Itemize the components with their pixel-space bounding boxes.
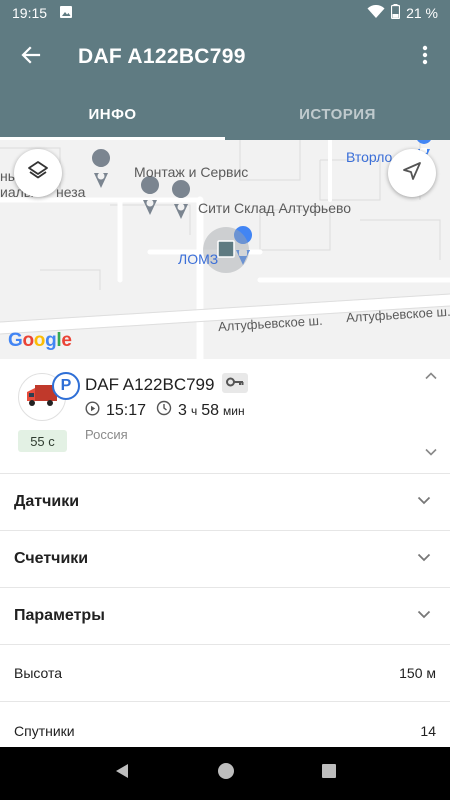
- section-counters-label: Счетчики: [14, 550, 89, 567]
- param-row-altitude: Высота 150 м: [0, 645, 450, 702]
- navigation-arrow-icon: [402, 161, 422, 186]
- last-time: 15:17: [106, 401, 147, 419]
- section-sensors-label: Датчики: [14, 493, 80, 510]
- duration-hours-unit: ч: [190, 403, 198, 418]
- vehicle-country: Россия: [85, 427, 128, 442]
- section-sensors[interactable]: Датчики: [0, 474, 450, 531]
- section-counters[interactable]: Счетчики: [0, 531, 450, 588]
- layers-icon: [27, 160, 49, 187]
- chevron-down-icon: [416, 606, 432, 627]
- battery-percent: 21 %: [406, 5, 438, 21]
- image-notification-icon: [59, 5, 73, 22]
- locate-button[interactable]: [388, 149, 436, 197]
- speed-badge: 55 с: [18, 430, 67, 452]
- more-vert-icon: [422, 45, 428, 70]
- param-value: 14: [420, 722, 436, 739]
- map-label-neza: неза: [56, 184, 86, 200]
- nav-back-icon[interactable]: [113, 762, 131, 785]
- more-options-button[interactable]: [400, 26, 450, 88]
- nav-recents-icon[interactable]: [321, 763, 337, 784]
- chevron-down-icon: [416, 549, 432, 570]
- ignition-key-badge: [222, 373, 248, 393]
- battery-icon: [390, 4, 401, 22]
- map-label-vtorlo: Вторло: [346, 149, 393, 165]
- vehicle-card[interactable]: P 55 с DAF A122BC799 15:17 3 ч 58 мин Ро…: [0, 359, 450, 474]
- map-label-lomz: ЛОМЗ: [178, 251, 219, 267]
- layers-button[interactable]: [14, 149, 62, 197]
- chevron-down-icon: [416, 492, 432, 513]
- app-bar: DAF A122BC799: [0, 26, 450, 88]
- key-icon: [226, 374, 244, 392]
- time-row: 15:17 3 ч 58 мин: [85, 400, 249, 421]
- arrow-back-icon: [21, 45, 41, 70]
- nav-home-icon[interactable]: [216, 761, 236, 786]
- vehicle-name: DAF A122BC799: [85, 375, 215, 394]
- map-label-montazh: Монтаж и Сервис: [134, 164, 249, 180]
- param-label: Высота: [14, 665, 63, 681]
- wifi-icon: [367, 4, 385, 22]
- chevron-down-icon[interactable]: [424, 445, 438, 464]
- tab-history[interactable]: ИСТОРИЯ: [225, 88, 450, 140]
- play-circle-icon: [85, 400, 100, 421]
- map-label-siti: Сити Склад Алтуфьево: [198, 200, 352, 216]
- section-parameters-label: Параметры: [14, 607, 105, 624]
- clock-icon: [156, 400, 172, 421]
- duration-minutes-unit: мин: [223, 403, 245, 418]
- map-view[interactable]: ные иалы неза Монтаж и Сервис Сити Склад…: [0, 140, 450, 359]
- google-logo: Google: [8, 330, 72, 351]
- back-button[interactable]: [0, 26, 62, 88]
- tab-info[interactable]: ИНФО: [0, 88, 225, 140]
- page-title: DAF A122BC799: [78, 45, 246, 68]
- tab-bar: ИНФО ИСТОРИЯ: [0, 88, 450, 140]
- param-label: Спутники: [14, 722, 75, 739]
- parking-badge: P: [52, 372, 80, 400]
- status-bar: 19:15 21 %: [0, 0, 450, 26]
- system-nav-bar: [0, 747, 450, 800]
- param-value: 150 м: [399, 665, 436, 681]
- section-parameters[interactable]: Параметры: [0, 588, 450, 645]
- chevron-up-icon[interactable]: [424, 369, 438, 388]
- status-time: 19:15: [12, 5, 48, 21]
- duration-hours: 3: [178, 401, 187, 419]
- duration-minutes: 58: [201, 401, 220, 419]
